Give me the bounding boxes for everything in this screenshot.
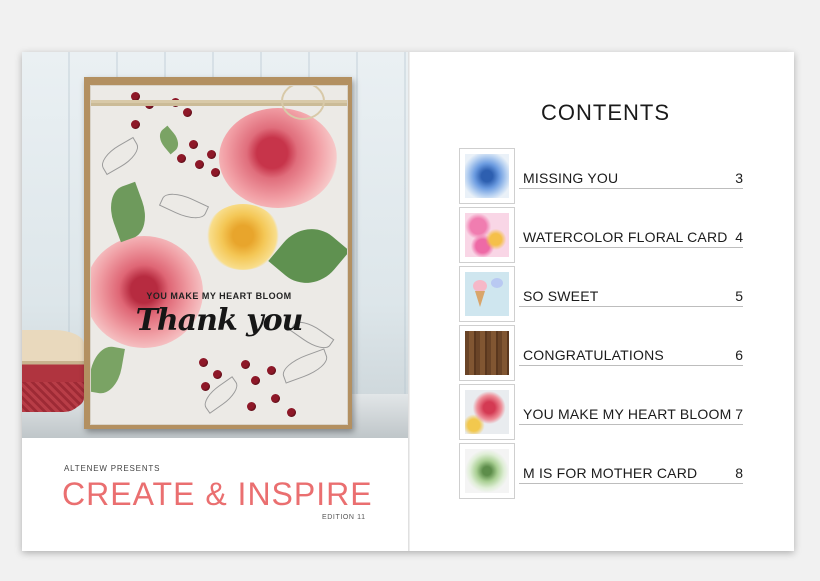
toc-entry-page: 5 xyxy=(735,288,743,304)
berry xyxy=(199,358,208,367)
berry xyxy=(267,366,276,375)
card-sentiment-small: YOU MAKE MY HEART BLOOM xyxy=(146,291,292,301)
edition-label: EDITION 11 xyxy=(322,514,366,521)
cover-page: YOU MAKE MY HEART BLOOM Thank you ALTENE… xyxy=(22,52,408,551)
toc-entry-title: YOU MAKE MY HEART BLOOM xyxy=(523,406,732,422)
project-thumbnail xyxy=(459,207,515,263)
magazine-spread: YOU MAKE MY HEART BLOOM Thank you ALTENE… xyxy=(22,52,794,551)
toc-entry[interactable]: WATERCOLOR FLORAL CARD 4 xyxy=(459,207,743,265)
toc-entry[interactable]: M IS FOR MOTHER CARD 8 xyxy=(459,443,743,501)
toc-entry-page: 8 xyxy=(735,465,743,481)
project-thumbnail xyxy=(459,148,515,204)
project-thumbnail xyxy=(459,266,515,322)
project-thumbnail xyxy=(459,384,515,440)
leaf xyxy=(103,181,153,243)
berry xyxy=(287,408,296,417)
wood-grain-image xyxy=(465,331,509,375)
toc-divider xyxy=(519,306,743,307)
sketch-leaf xyxy=(96,136,144,176)
toc-entry[interactable]: CONGRATULATIONS 6 xyxy=(459,325,743,383)
berry xyxy=(247,402,256,411)
toc-divider xyxy=(519,424,743,425)
presenter-label: ALTENEW PRESENTS xyxy=(64,464,161,473)
toc-divider xyxy=(519,365,743,366)
sketch-leaf xyxy=(158,187,210,225)
cover-title: CREATE & INSPIRE xyxy=(62,476,373,512)
toc-entry[interactable]: MISSING YOU 3 xyxy=(459,148,743,206)
blue-flower-image xyxy=(465,154,509,198)
toc-divider xyxy=(519,483,743,484)
berry xyxy=(251,376,260,385)
sketch-leaf xyxy=(279,348,331,384)
ice-cream-image xyxy=(465,272,509,316)
contents-heading: CONTENTS xyxy=(541,100,670,125)
project-thumbnail xyxy=(459,325,515,381)
berry xyxy=(211,168,220,177)
berry xyxy=(271,394,280,403)
berry xyxy=(131,120,140,129)
berry xyxy=(201,382,210,391)
berry xyxy=(189,140,198,149)
toc-entry-title: M IS FOR MOTHER CARD xyxy=(523,465,698,481)
cover-masthead: ALTENEW PRESENTS CREATE & INSPIRE EDITIO… xyxy=(22,438,408,551)
berry xyxy=(177,154,186,163)
toc-divider xyxy=(519,188,743,189)
handmade-card: YOU MAKE MY HEART BLOOM Thank you xyxy=(84,77,352,429)
card-panel: YOU MAKE MY HEART BLOOM Thank you xyxy=(90,85,348,425)
berry xyxy=(241,360,250,369)
toc-entry-title: CONGRATULATIONS xyxy=(523,347,664,363)
washi-tape-roll xyxy=(22,330,84,412)
leaf xyxy=(268,215,347,297)
berry xyxy=(207,150,216,159)
toc-divider xyxy=(519,247,743,248)
toc-entry-title: MISSING YOU xyxy=(523,170,619,186)
pink-peony-image xyxy=(465,390,509,434)
toc-entry-title: WATERCOLOR FLORAL CARD xyxy=(523,229,728,245)
leaf xyxy=(155,125,183,155)
leaf xyxy=(91,343,125,397)
toc-entry-page: 6 xyxy=(735,347,743,363)
toc-entry-page: 7 xyxy=(735,406,743,422)
berry xyxy=(195,160,204,169)
berry xyxy=(183,108,192,117)
peony-flower xyxy=(219,108,337,208)
toc-entry[interactable]: SO SWEET 5 xyxy=(459,266,743,324)
contents-page: CONTENTS MISSING YOU 3 WATERCOLOR FLORAL… xyxy=(410,52,794,551)
toc-entry-page: 3 xyxy=(735,170,743,186)
toc-entry-title: SO SWEET xyxy=(523,288,599,304)
green-flower-image xyxy=(465,449,509,493)
card-sentiment-large: Thank you xyxy=(135,303,304,338)
project-thumbnail xyxy=(459,443,515,499)
berry xyxy=(213,370,222,379)
toc-entry-page: 4 xyxy=(735,229,743,245)
cover-photo: YOU MAKE MY HEART BLOOM Thank you xyxy=(22,52,408,438)
pink-watercolor-image xyxy=(465,213,509,257)
twine-bow xyxy=(281,86,325,120)
toc-entry[interactable]: YOU MAKE MY HEART BLOOM 7 xyxy=(459,384,743,442)
